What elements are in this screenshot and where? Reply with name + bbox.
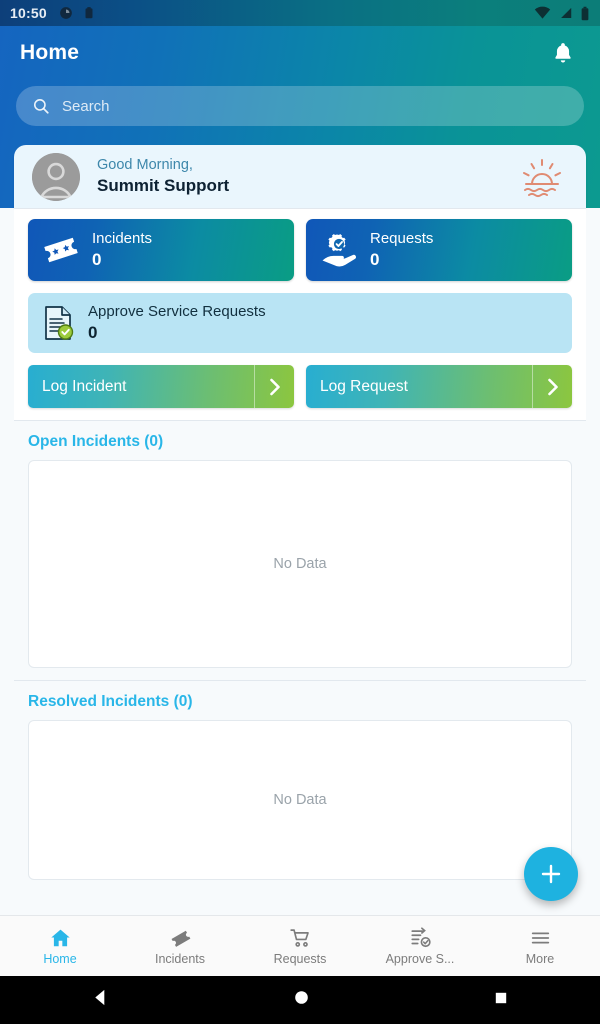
section-title: Open Incidents (0) [28, 433, 164, 450]
nav-label: Incidents [154, 951, 206, 966]
plus-icon [541, 864, 561, 884]
floating-action-button[interactable] [524, 847, 578, 901]
hamburger-menu-icon [531, 932, 549, 943]
android-navigation-bar [0, 976, 600, 1024]
stat-value: 0 [370, 250, 380, 269]
greeting-card: Good Morning, Summit Support [14, 145, 586, 208]
search-icon [33, 98, 49, 114]
stat-text-incidents: Incidents 0 [92, 229, 152, 271]
status-bar-left-icons [59, 6, 96, 20]
stat-card-row: Incidents 0 Requests 0 [28, 219, 572, 281]
search-input-placeholder: Search [62, 97, 110, 115]
ticket-icon [171, 930, 190, 947]
no-data-label: No Data [273, 792, 327, 808]
stat-card-requests[interactable]: Requests 0 [306, 219, 572, 281]
section-title: Resolved Incidents (0) [28, 693, 193, 710]
stat-card-incidents[interactable]: Incidents 0 [28, 219, 294, 281]
chevron-right-icon [269, 378, 280, 395]
stat-text-requests: Requests 0 [370, 229, 433, 271]
search-bar[interactable]: Search [16, 86, 584, 126]
nav-item-requests[interactable]: Requests [240, 927, 360, 966]
back-triangle-icon [95, 989, 105, 1006]
log-action-row: Log Incident Log Request [28, 365, 572, 420]
sunrise-icon [523, 158, 561, 197]
log-request-button[interactable]: Log Request [306, 365, 572, 408]
greeting-username: Summit Support [97, 176, 230, 195]
nav-item-approve-service-requests[interactable]: Approve S... [360, 926, 480, 966]
section-resolved-incidents: Resolved Incidents (0) No Data [14, 680, 586, 880]
scroll-content: Good Morning, Summit Support Incidents 0… [0, 145, 600, 915]
stat-label: Requests [370, 230, 434, 247]
avatar [32, 152, 80, 201]
nav-label: Home [43, 951, 77, 966]
android-home-button[interactable] [293, 989, 310, 1011]
nav-item-more[interactable]: More [480, 927, 600, 966]
nav-item-home[interactable]: Home [0, 927, 120, 966]
section-gap [14, 668, 586, 680]
cellular-signal-icon [561, 8, 572, 18]
android-recents-button[interactable] [493, 990, 509, 1011]
document-check-icon [45, 306, 74, 340]
nav-label: Requests [273, 951, 327, 966]
approve-value: 0 [88, 323, 98, 342]
home-icon [50, 929, 70, 946]
approve-text: Approve Service Requests 0 [88, 302, 266, 344]
header-top-bar: Home [0, 26, 600, 80]
page-title: Home [20, 41, 80, 64]
resolved-incidents-empty-state: No Data [28, 720, 572, 880]
nav-label: More [525, 951, 555, 966]
log-incident-arrow[interactable] [254, 365, 294, 408]
battery-icon [581, 6, 589, 20]
home-circle-icon [295, 991, 308, 1004]
approval-list-icon [410, 926, 431, 947]
clipboard-icon [85, 7, 93, 19]
log-request-label: Log Request [320, 377, 408, 395]
wifi-icon [534, 6, 551, 19]
status-bar-right-icons [534, 6, 590, 21]
open-incidents-empty-state: No Data [28, 460, 572, 668]
greeting-text: Good Morning, Summit Support [97, 156, 229, 197]
notification-bell-button[interactable] [546, 36, 580, 70]
greeting-salutation: Good Morning, [97, 157, 193, 173]
log-request-arrow[interactable] [532, 365, 572, 408]
status-bar-clock: 10:50 [10, 5, 47, 21]
log-incident-button[interactable]: Log Incident [28, 365, 294, 408]
stat-label: Incidents [92, 230, 153, 247]
stats-panel: Incidents 0 Requests 0 Approve Service R… [14, 208, 586, 420]
shopping-cart-icon [289, 928, 309, 947]
notification-bell-icon [555, 43, 571, 63]
app-badge-icon [59, 7, 72, 19]
chevron-right-icon [547, 378, 558, 395]
ticket-icon [44, 237, 78, 263]
gear-hand-icon [322, 233, 356, 267]
approve-service-requests-card[interactable]: Approve Service Requests 0 [28, 293, 572, 353]
nav-item-incidents[interactable]: Incidents [120, 927, 240, 966]
bottom-navigation-bar: Home Incidents Requests Approve S... Mor… [0, 915, 600, 976]
android-status-bar: 10:50 [0, 0, 600, 26]
android-back-button[interactable] [91, 988, 110, 1012]
nav-label: Approve S... [385, 951, 455, 966]
user-avatar-icon [32, 152, 80, 201]
log-incident-label: Log Incident [42, 377, 127, 395]
app-root: 10:50 Home Search Good Morning, Summit S… [0, 0, 600, 1024]
no-data-label: No Data [273, 556, 327, 572]
stat-value: 0 [92, 250, 102, 269]
recents-square-icon [495, 992, 506, 1003]
approve-label: Approve Service Requests [88, 303, 266, 320]
sunrise-icon-wrap [516, 156, 568, 198]
section-open-incidents: Open Incidents (0) No Data [14, 420, 586, 668]
